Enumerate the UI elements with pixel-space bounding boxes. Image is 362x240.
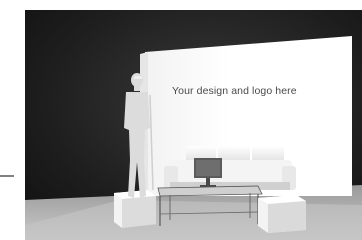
cube-seat-left-side <box>122 196 156 228</box>
booth-scene <box>0 10 362 240</box>
backwall-placeholder-text: Your design and logo here <box>172 85 297 97</box>
cube-seat-right-side <box>268 201 306 233</box>
booth-render: Your design and logo here <box>0 0 362 240</box>
